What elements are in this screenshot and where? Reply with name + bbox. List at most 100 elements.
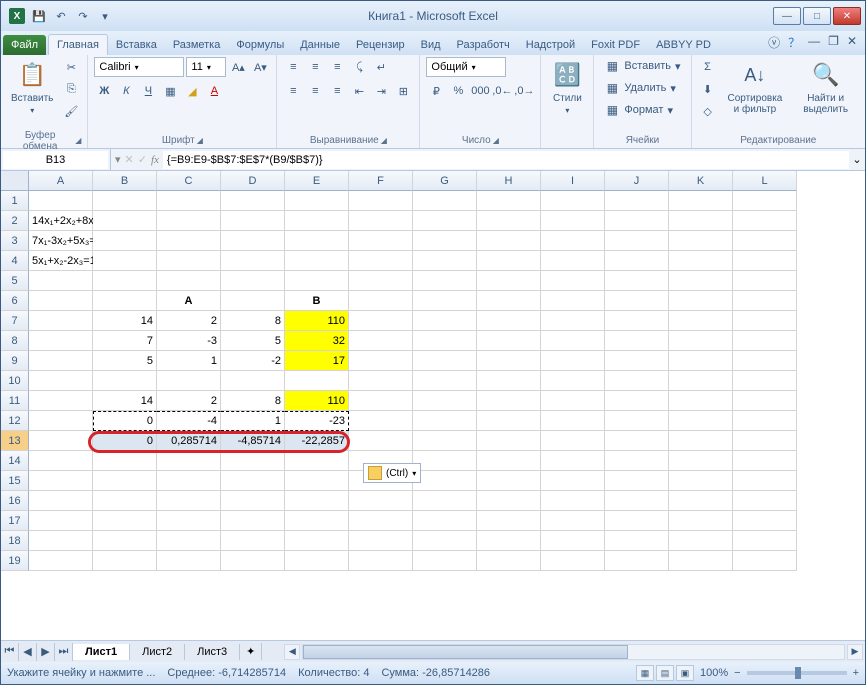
cell-E10[interactable] <box>285 371 349 391</box>
cell-H11[interactable] <box>477 391 541 411</box>
row-header-15[interactable]: 15 <box>1 471 29 491</box>
paste-tag-dropdown-icon[interactable]: ▾ <box>412 469 416 478</box>
sheet-tab-2[interactable]: Лист2 <box>130 644 185 660</box>
cell-H17[interactable] <box>477 511 541 531</box>
row-header-10[interactable]: 10 <box>1 371 29 391</box>
fill-color-icon[interactable]: ◢ <box>182 81 202 101</box>
cell-E4[interactable] <box>285 251 349 271</box>
cell-B7[interactable]: 14 <box>93 311 157 331</box>
cell-G2[interactable] <box>413 211 477 231</box>
cell-L11[interactable] <box>733 391 797 411</box>
cell-E15[interactable] <box>285 471 349 491</box>
zoom-knob[interactable] <box>795 667 801 679</box>
cell-J3[interactable] <box>605 231 669 251</box>
cell-G19[interactable] <box>413 551 477 571</box>
cell-J9[interactable] <box>605 351 669 371</box>
cell-C14[interactable] <box>157 451 221 471</box>
cell-A6[interactable] <box>29 291 93 311</box>
cell-C15[interactable] <box>157 471 221 491</box>
insert-cells-button[interactable]: ▦Вставить ▾ <box>600 57 684 75</box>
tab-layout[interactable]: Разметка <box>165 35 229 55</box>
cell-K16[interactable] <box>669 491 733 511</box>
cell-H14[interactable] <box>477 451 541 471</box>
font-launcher-icon[interactable]: ◢ <box>197 136 203 145</box>
cell-G7[interactable] <box>413 311 477 331</box>
cell-C4[interactable] <box>157 251 221 271</box>
orientation-icon[interactable]: ⤹ <box>349 57 369 77</box>
row-header-3[interactable]: 3 <box>1 231 29 251</box>
cell-L7[interactable] <box>733 311 797 331</box>
cell-J16[interactable] <box>605 491 669 511</box>
cell-K17[interactable] <box>669 511 733 531</box>
zoom-in-icon[interactable]: + <box>853 667 859 679</box>
cell-H5[interactable] <box>477 271 541 291</box>
cell-K9[interactable] <box>669 351 733 371</box>
tab-formulas[interactable]: Формулы <box>228 35 292 55</box>
cell-H7[interactable] <box>477 311 541 331</box>
cell-E9[interactable]: 17 <box>285 351 349 371</box>
cell-J13[interactable] <box>605 431 669 451</box>
cell-K8[interactable] <box>669 331 733 351</box>
name-box-input[interactable] <box>3 151 108 169</box>
sheet-tab-3[interactable]: Лист3 <box>185 644 240 660</box>
cell-B9[interactable]: 5 <box>93 351 157 371</box>
cell-B1[interactable] <box>93 191 157 211</box>
cell-C11[interactable]: 2 <box>157 391 221 411</box>
cell-C8[interactable]: -3 <box>157 331 221 351</box>
cell-I8[interactable] <box>541 331 605 351</box>
cell-I6[interactable] <box>541 291 605 311</box>
cell-B12[interactable]: 0 <box>93 411 157 431</box>
cell-A18[interactable] <box>29 531 93 551</box>
cell-D2[interactable] <box>221 211 285 231</box>
row-header-18[interactable]: 18 <box>1 531 29 551</box>
dec-decimal-icon[interactable]: ,0→ <box>514 81 534 101</box>
cell-K2[interactable] <box>669 211 733 231</box>
italic-button[interactable]: К <box>116 81 136 101</box>
minimize-ribbon-icon[interactable]: ⓥ <box>768 34 780 51</box>
cell-A1[interactable] <box>29 191 93 211</box>
cell-J5[interactable] <box>605 271 669 291</box>
page-layout-view-icon[interactable]: ▤ <box>656 665 674 681</box>
worksheet-grid[interactable]: ABCDEFGHIJKL1214x₁+2x₂+8x₃=11037x₁-3x₂+5… <box>1 171 865 640</box>
cell-C17[interactable] <box>157 511 221 531</box>
autosum-icon[interactable]: Σ <box>698 57 718 77</box>
cell-K13[interactable] <box>669 431 733 451</box>
doc-restore-icon[interactable]: ❐ <box>828 34 839 51</box>
cell-H1[interactable] <box>477 191 541 211</box>
cell-C12[interactable]: -4 <box>157 411 221 431</box>
cell-H2[interactable] <box>477 211 541 231</box>
tab-data[interactable]: Данные <box>292 35 348 55</box>
cell-K4[interactable] <box>669 251 733 271</box>
cut-icon[interactable]: ✂ <box>61 57 81 77</box>
cell-I1[interactable] <box>541 191 605 211</box>
tab-developer[interactable]: Разработч <box>449 35 518 55</box>
select-all-corner[interactable] <box>1 171 29 191</box>
cell-K6[interactable] <box>669 291 733 311</box>
cell-F19[interactable] <box>349 551 413 571</box>
cell-F18[interactable] <box>349 531 413 551</box>
cell-L4[interactable] <box>733 251 797 271</box>
cell-G15[interactable] <box>413 471 477 491</box>
normal-view-icon[interactable]: ▦ <box>636 665 654 681</box>
cell-E17[interactable] <box>285 511 349 531</box>
tab-view[interactable]: Вид <box>413 35 449 55</box>
row-header-17[interactable]: 17 <box>1 511 29 531</box>
font-color-icon[interactable]: A <box>204 81 224 101</box>
cell-B10[interactable] <box>93 371 157 391</box>
cell-E11[interactable]: 110 <box>285 391 349 411</box>
sheet-tab-1[interactable]: Лист1 <box>73 644 130 660</box>
cell-L19[interactable] <box>733 551 797 571</box>
tab-home[interactable]: Главная <box>48 34 108 55</box>
cell-D14[interactable] <box>221 451 285 471</box>
col-header-I[interactable]: I <box>541 171 605 191</box>
cell-C16[interactable] <box>157 491 221 511</box>
copy-icon[interactable]: ⎘ <box>61 79 81 99</box>
cell-D11[interactable]: 8 <box>221 391 285 411</box>
col-header-D[interactable]: D <box>221 171 285 191</box>
cell-H8[interactable] <box>477 331 541 351</box>
cell-E13[interactable]: -22,2857 <box>285 431 349 451</box>
cell-C18[interactable] <box>157 531 221 551</box>
cell-L16[interactable] <box>733 491 797 511</box>
cell-E2[interactable] <box>285 211 349 231</box>
cell-C5[interactable] <box>157 271 221 291</box>
